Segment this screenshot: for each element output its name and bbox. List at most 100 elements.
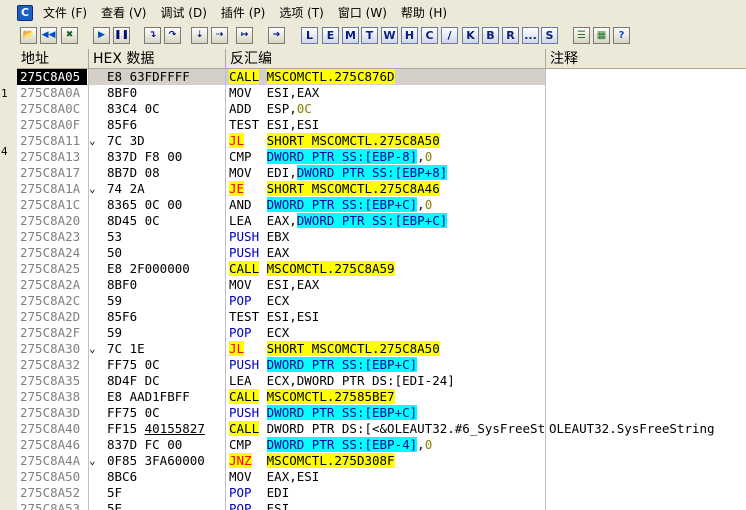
row-disasm: AND DWORD PTR SS:[EBP+C],0 <box>226 197 545 213</box>
operand: , <box>417 197 425 212</box>
toolbar-button-5[interactable]: H <box>401 27 418 44</box>
disasm-row[interactable]: 275C8A05 E8 63FDFFFF CALL MSCOMCTL.275C876… <box>17 69 746 85</box>
row-comment <box>546 373 746 389</box>
toolbar-button-1[interactable]: E <box>322 27 339 44</box>
menu-item-1[interactable]: 查看 (V) <box>95 0 154 26</box>
goto-icon[interactable]: ➔ <box>268 27 285 44</box>
disasm-row[interactable]: 275C8A3D FF75 0C PUSH DWORD PTR SS:[EBP+C] <box>17 405 746 421</box>
disasm-row[interactable]: 275C8A32 FF75 0C PUSH DWORD PTR SS:[EBP+C] <box>17 357 746 373</box>
toolbar-button-3[interactable]: T <box>361 27 378 44</box>
row-address: 275C8A3D <box>20 405 81 420</box>
mnemonic: CMP <box>229 437 252 452</box>
row-comment <box>546 181 746 197</box>
mnemonic: TEST <box>229 309 260 324</box>
toolbar-button-0[interactable]: L <box>301 27 318 44</box>
toolbar-button-12[interactable]: S <box>541 27 558 44</box>
row-hex: 7C 3D <box>107 133 145 148</box>
menu-item-0[interactable]: 文件 (F) <box>37 0 95 26</box>
toolbar-button-10[interactable]: R <box>502 27 519 44</box>
column-header-address[interactable]: 地址 <box>17 49 89 69</box>
menu-item-2[interactable]: 调试 (D) <box>154 0 214 26</box>
row-disasm: MOV ESI,EAX <box>226 85 545 101</box>
disasm-row[interactable]: 275C8A13 837D F8 00 CMP DWORD PTR SS:[EBP-… <box>17 149 746 165</box>
disasm-row[interactable]: 275C8A17 8B7D 08 MOV EDI,DWORD PTR SS:[EBP… <box>17 165 746 181</box>
operand: DWORD PTR SS:[EBP-4] <box>266 437 418 452</box>
disasm-row[interactable]: 275C8A23 53 PUSH EBX <box>17 229 746 245</box>
open-icon[interactable]: 📂 <box>20 27 37 44</box>
step-over-icon[interactable]: ↷ <box>164 27 181 44</box>
row-comment <box>546 293 746 309</box>
disasm-row[interactable]: 275C8A0A 8BF0 MOV ESI,EAX <box>17 85 746 101</box>
disasm-row[interactable]: 275C8A24 50 PUSH EAX <box>17 245 746 261</box>
disasm-row[interactable]: 275C8A40 FF15 40155827 CALL DWORD PTR DS:[… <box>17 421 746 437</box>
toolbar-button-9[interactable]: B <box>482 27 499 44</box>
operand: SHORT MSCOMCTL.275C8A50 <box>266 341 440 356</box>
disasm-row[interactable]: 275C8A53 5E POP ESI <box>17 501 746 510</box>
disasm-row[interactable]: 275C8A1C 8365 0C 00 AND DWORD PTR SS:[EBP+… <box>17 197 746 213</box>
disasm-row[interactable]: 275C8A52 5F POP EDI <box>17 485 746 501</box>
disasm-row[interactable]: 275C8A0F 85F6 TEST ESI,ESI <box>17 117 746 133</box>
restart-icon[interactable]: ◀◀ <box>40 27 57 44</box>
mnemonic: ADD <box>229 101 252 116</box>
disasm-row[interactable]: 275C8A2C 59 POP ECX <box>17 293 746 309</box>
run-icon[interactable]: ▶ <box>93 27 110 44</box>
mnemonic: PUSH <box>229 245 260 260</box>
jump-arrow-icon: ⌄ <box>89 182 96 195</box>
trace-into-icon[interactable]: ⇣ <box>191 27 208 44</box>
menu-item-6[interactable]: 帮助 (H) <box>395 0 455 26</box>
operand: SHORT MSCOMCTL.275C8A50 <box>266 133 440 148</box>
row-hex: 8D4F DC <box>107 373 160 388</box>
row-disasm: MOV ESI,EAX <box>226 277 545 293</box>
disasm-row[interactable]: 275C8A1A 74 2A ⌄ JE SHORT MSCOMCTL.275C8A46 <box>17 181 746 197</box>
trace-over-icon[interactable]: ⇢ <box>211 27 228 44</box>
disasm-row[interactable]: 275C8A35 8D4F DC LEA ECX,DWORD PTR DS:[EDI… <box>17 373 746 389</box>
disasm-row[interactable]: 275C8A2A 8BF0 MOV ESI,EAX <box>17 277 746 293</box>
close-icon[interactable]: ✖ <box>61 27 78 44</box>
operand: ECX,DWORD PTR DS:[EDI-24] <box>266 373 455 388</box>
menu-item-4[interactable]: 选项 (T) <box>273 0 332 26</box>
operand: EBX <box>266 229 290 244</box>
disasm-row[interactable]: 275C8A46 837D FC 00 CMP DWORD PTR SS:[EBP-… <box>17 437 746 453</box>
toolbar-button-11[interactable]: ... <box>522 27 539 44</box>
toolbar-button-4[interactable]: W <box>381 27 398 44</box>
menu-item-5[interactable]: 窗口 (W) <box>332 0 395 26</box>
disasm-row[interactable]: 275C8A2F 59 POP ECX <box>17 325 746 341</box>
operand: ESP, <box>266 101 297 116</box>
toolbar-button-6[interactable]: C <box>421 27 438 44</box>
disasm-row[interactable]: 275C8A4A 0F85 3FA60000 ⌄ JNZ MSCOMCTL.275D3… <box>17 453 746 469</box>
help-icon[interactable]: ? <box>613 27 630 44</box>
row-disasm: POP ESI <box>226 501 545 510</box>
toolbar-button-8[interactable]: K <box>462 27 479 44</box>
menu-item-3[interactable]: 插件 (P) <box>215 0 273 26</box>
toolbar-button-2[interactable]: M <box>342 27 359 44</box>
column-header-disasm[interactable]: 反汇编 <box>226 49 546 69</box>
row-comment <box>546 325 746 341</box>
operand: DWORD PTR DS:[<&OLEAUT32.#6_SysFreeStrin… <box>266 421 545 436</box>
disasm-row[interactable]: 275C8A30 7C 1E ⌄ JL SHORT MSCOMCTL.275C8A50 <box>17 341 746 357</box>
disasm-row[interactable]: 275C8A38 E8 AAD1FBFF CALL MSCOMCTL.27585BE… <box>17 389 746 405</box>
disasm-row[interactable]: 275C8A20 8D45 0C LEA EAX,DWORD PTR SS:[EBP… <box>17 213 746 229</box>
disasm-row[interactable]: 275C8A50 8BC6 MOV EAX,ESI <box>17 469 746 485</box>
toolbar-button-7[interactable]: / <box>441 27 458 44</box>
row-hex: E8 63FDFFFF <box>89 69 225 85</box>
execute-till-return-icon[interactable]: ↦ <box>236 27 253 44</box>
pause-icon[interactable]: ❚❚ <box>113 27 130 44</box>
disasm-row[interactable]: 275C8A2D 85F6 TEST ESI,ESI <box>17 309 746 325</box>
operand: SHORT MSCOMCTL.275C8A46 <box>266 181 440 196</box>
row-comment <box>546 501 746 510</box>
disasm-row[interactable]: 275C8A25 E8 2F000000 CALL MSCOMCTL.275C8A5… <box>17 261 746 277</box>
disasm-row[interactable]: 275C8A0C 83C4 0C ADD ESP,0C <box>17 101 746 117</box>
app-icon[interactable]: C <box>17 5 33 21</box>
column-header-hex[interactable]: HEX 数据 <box>89 49 226 69</box>
step-into-icon[interactable]: ↴ <box>144 27 161 44</box>
mnemonic: LEA <box>229 373 252 388</box>
row-comment <box>546 437 746 453</box>
column-header-comment[interactable]: 注释 <box>546 49 746 69</box>
disasm-row[interactable]: 275C8A11 7C 3D ⌄ JL SHORT MSCOMCTL.275C8A50 <box>17 133 746 149</box>
list-icon[interactable]: ☰ <box>573 27 590 44</box>
row-address: 275C8A53 <box>20 501 81 510</box>
operand: EAX, <box>266 213 297 228</box>
disassembly-grid[interactable]: 275C8A05 E8 63FDFFFF CALL MSCOMCTL.275C876… <box>17 69 746 510</box>
grid-icon[interactable]: ▦ <box>593 27 610 44</box>
row-comment <box>546 485 746 501</box>
